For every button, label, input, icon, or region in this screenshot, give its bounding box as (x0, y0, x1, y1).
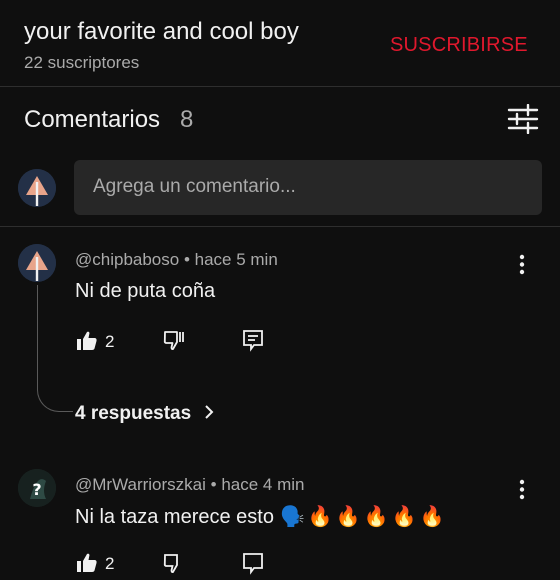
fire-emoji: 🔥 (307, 506, 333, 528)
comment-avatar[interactable] (18, 244, 56, 282)
fire-emoji: 🔥 (363, 506, 389, 528)
fire-emoji: 🔥 (419, 506, 445, 528)
chevron-right-icon (205, 405, 214, 419)
svg-text:?: ? (32, 480, 41, 499)
view-replies-button[interactable]: 4 respuestas (75, 403, 216, 425)
thumbs-up-icon (77, 331, 97, 350)
more-options-icon[interactable] (512, 250, 532, 280)
subscribe-button[interactable]: SUSCRIBIRSE (390, 34, 528, 57)
fire-emoji: 🔥 (335, 506, 361, 528)
comment-meta: @MrWarriorszkai • hace 4 min (75, 475, 304, 495)
comment-meta: @chipbaboso • hace 5 min (75, 250, 278, 270)
comment-author[interactable]: @chipbaboso (75, 250, 179, 269)
comment-avatar[interactable]: ? (18, 469, 56, 507)
sort-icon[interactable] (506, 103, 540, 135)
replies-label: 4 respuestas (75, 403, 192, 424)
reply-button[interactable] (241, 551, 265, 580)
comment-text-body: Ni la taza merece esto (75, 506, 274, 528)
channel-name[interactable]: your favorite and cool boy (24, 18, 299, 46)
comments-title: Comentarios (24, 106, 161, 133)
speaking-emoji: 🗣️ (279, 506, 305, 528)
thread-line (37, 285, 73, 412)
user-avatar (18, 169, 56, 207)
comment-time: • hace 4 min (210, 475, 305, 494)
thumbs-up-icon (77, 553, 97, 572)
comment-text: Ni de puta coña (75, 280, 216, 302)
comment-author[interactable]: @MrWarriorszkai (75, 475, 206, 494)
reply-icon (243, 553, 263, 575)
reply-button[interactable] (241, 328, 265, 357)
comments-count: 8 (180, 106, 194, 133)
like-button[interactable] (75, 329, 99, 358)
reply-icon (243, 330, 263, 352)
fire-emoji: 🔥 (391, 506, 417, 528)
divider (0, 226, 560, 227)
comment-input-placeholder: Agrega un comentario... (93, 176, 296, 197)
thumbs-down-icon (163, 331, 184, 350)
dislike-button[interactable] (162, 328, 186, 357)
comment-input[interactable]: Agrega un comentario... (74, 160, 542, 215)
like-count: 2 (105, 332, 115, 351)
like-button[interactable] (75, 551, 99, 580)
divider (0, 86, 560, 87)
comment-time: • hace 5 min (183, 250, 278, 269)
more-options-icon[interactable] (512, 475, 532, 505)
comment-text: Ni la taza merece esto 🗣️ 🔥 🔥 🔥 🔥 🔥 (75, 504, 447, 529)
subscriber-count: 22 suscriptores (24, 53, 140, 72)
dislike-button[interactable] (162, 551, 186, 580)
like-count: 2 (105, 554, 115, 573)
thumbs-down-icon (163, 554, 178, 573)
